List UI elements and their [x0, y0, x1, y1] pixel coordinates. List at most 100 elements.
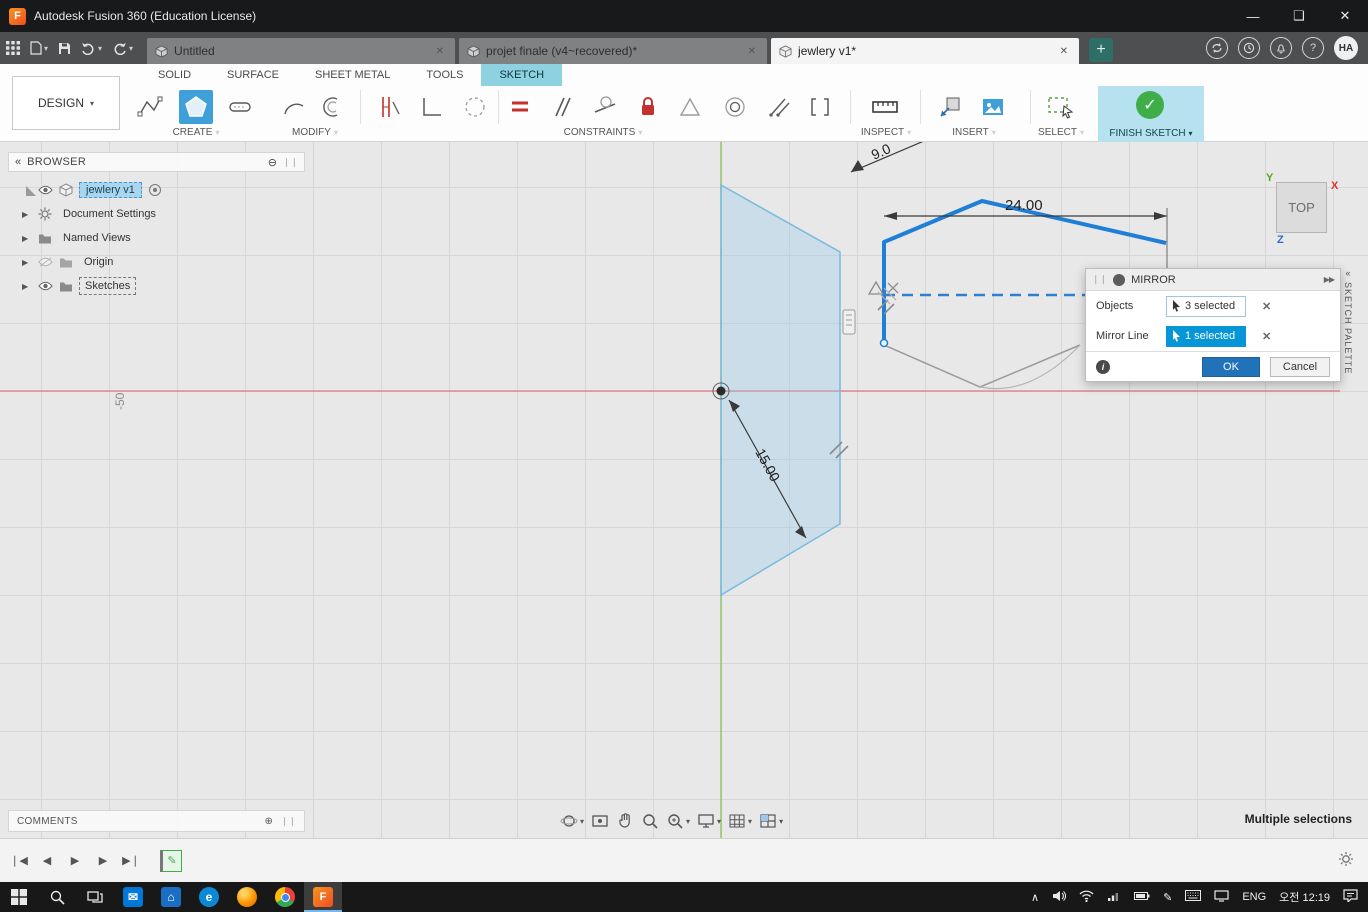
midpoint-constraint-button[interactable] [803, 90, 837, 124]
comments-bar[interactable]: COMMENTS ⊕ ❘❘ [8, 810, 305, 832]
mirror-line-clear-icon[interactable]: ✕ [1262, 330, 1271, 343]
info-icon[interactable]: i [1096, 359, 1110, 374]
pen-input-icon[interactable]: ✎ [1163, 891, 1172, 904]
redo-button[interactable]: ▾ [112, 42, 133, 55]
undo-button[interactable]: ▾ [81, 42, 102, 55]
browser-row-document-settings[interactable]: ▶ Document Settings [8, 202, 305, 226]
select-tool-button[interactable] [1043, 90, 1077, 124]
browser-row-sketches[interactable]: ▶ Sketches [8, 274, 305, 298]
tab-tools[interactable]: TOOLS [408, 64, 481, 86]
constraint-badge[interactable] [842, 309, 856, 335]
taskbar-app-mail-icon[interactable]: ✉ [114, 882, 152, 912]
circle-tool-button[interactable] [458, 90, 492, 124]
browser-row-named-views[interactable]: ▶ Named Views [8, 226, 305, 250]
document-tab-projet-finale[interactable]: projet finale (v4~recovered)* ✕ [459, 38, 768, 64]
timeline-step-back-button[interactable]: ◀ [36, 850, 58, 872]
group-inspect[interactable]: INSPECT ▾ [861, 125, 911, 139]
constraint-triangle-glyph[interactable] [867, 280, 885, 295]
clock[interactable]: 오전 12:19 [1279, 889, 1330, 905]
mirror-line-selection-field[interactable]: 1 selected [1166, 325, 1246, 347]
document-tab-jewlery-v1[interactable]: jewlery v1* ✕ [771, 38, 1080, 64]
concentric-constraint-button[interactable] [718, 90, 752, 124]
browser-row-origin[interactable]: ▶ Origin [8, 250, 305, 274]
fix-lock-constraint-button[interactable] [631, 90, 665, 124]
origin-point[interactable] [716, 386, 726, 396]
taskbar-app-firefox-icon[interactable] [228, 882, 266, 912]
sketch-profile-polygon[interactable] [720, 183, 841, 597]
dialog-grip-icon[interactable]: ❘❘ [1092, 274, 1107, 285]
visibility-eye-icon[interactable] [38, 185, 53, 195]
objects-clear-icon[interactable]: ✕ [1262, 300, 1271, 313]
symmetry-constraint-button[interactable] [761, 90, 795, 124]
new-document-tab-button[interactable]: + [1089, 38, 1114, 62]
taskbar-app-store-icon[interactable]: ⌂ [152, 882, 190, 912]
network-icon[interactable] [1107, 890, 1121, 905]
viewcube[interactable]: TOP [1276, 182, 1327, 233]
insert-image-button[interactable] [976, 90, 1010, 124]
group-modify[interactable]: MODIFY ▾ [292, 125, 338, 139]
insert-tool-button[interactable] [933, 90, 967, 124]
orbit-button[interactable]: ▾ [560, 812, 584, 830]
zoom-button[interactable] [641, 812, 659, 830]
cancel-button[interactable]: Cancel [1270, 356, 1330, 377]
browser-collapse-icon[interactable]: « [15, 156, 21, 168]
slot-tool-button[interactable] [223, 90, 257, 124]
task-view-icon[interactable] [76, 882, 114, 912]
wifi-icon[interactable] [1079, 890, 1094, 905]
pan-button[interactable] [616, 812, 634, 830]
user-avatar[interactable]: HA [1334, 36, 1358, 60]
maximize-button[interactable]: ❑ [1276, 0, 1322, 32]
tab-surface[interactable]: SURFACE [209, 64, 297, 86]
timeline-skip-start-button[interactable]: ❘◀ [8, 850, 30, 872]
volume-icon[interactable] [1052, 890, 1067, 905]
timeline-settings-gear-icon[interactable] [1338, 851, 1354, 870]
expander-icon[interactable]: ▶ [22, 234, 32, 243]
group-constraints[interactable]: CONSTRAINTS ▾ [564, 125, 643, 139]
arc-tool-button[interactable] [277, 90, 311, 124]
timeline-skip-end-button[interactable]: ▶❘ [120, 850, 142, 872]
activate-component-icon[interactable] [148, 183, 162, 197]
notification-bell-icon[interactable] [1270, 37, 1292, 59]
palette-expand-icon[interactable]: « [1345, 268, 1350, 278]
group-create[interactable]: CREATE ▾ [173, 125, 220, 139]
sync-status-icon[interactable] [1206, 37, 1228, 59]
offset-tool-button[interactable] [313, 90, 347, 124]
browser-row-root[interactable]: jewlery v1 [8, 178, 305, 202]
touch-keyboard-icon[interactable] [1185, 890, 1202, 904]
fit-button[interactable]: ▾ [666, 812, 690, 830]
polygon-tool-button[interactable] [179, 90, 213, 124]
taskbar-app-fusion360-icon[interactable]: F [304, 882, 342, 912]
objects-selection-field[interactable]: 3 selected [1166, 295, 1246, 317]
minimize-button[interactable]: — [1230, 0, 1276, 32]
group-select[interactable]: SELECT ▾ [1038, 125, 1084, 139]
save-button[interactable] [58, 42, 71, 55]
tab-sheet-metal[interactable]: SHEET METAL [297, 64, 408, 86]
display-icon[interactable] [1214, 889, 1229, 905]
tab-solid[interactable]: SOLID [140, 64, 209, 86]
parallel-constraint-button[interactable] [545, 90, 579, 124]
tab-close-icon[interactable]: ✕ [433, 44, 447, 59]
dialog-collapse-icon[interactable]: ▶▶ [1324, 275, 1335, 284]
constraint-x-glyph[interactable] [887, 282, 899, 294]
look-at-button[interactable] [591, 812, 609, 830]
visibility-eye-off-icon[interactable] [38, 257, 53, 267]
sketch-dimension-tool-button[interactable] [373, 90, 407, 124]
workspace-selector[interactable]: DESIGN ▾ [12, 76, 120, 130]
taskbar-app-edge-icon[interactable]: e [190, 882, 228, 912]
measure-tool-button[interactable] [868, 90, 902, 124]
expander-icon[interactable]: ▶ [22, 258, 32, 267]
finish-sketch-block[interactable]: ✓ FINISH SKETCH ▾ [1098, 86, 1204, 142]
taskbar-app-chrome-icon[interactable] [266, 882, 304, 912]
timeline-step-forward-button[interactable]: ▶ [92, 850, 114, 872]
viewports-button[interactable]: ▾ [759, 813, 783, 829]
browser-minus-icon[interactable]: ⊖ [268, 156, 277, 169]
expander-icon[interactable]: ▶ [22, 210, 32, 219]
expander-icon[interactable]: ▶ [22, 282, 32, 291]
job-status-clock-icon[interactable] [1238, 37, 1260, 59]
document-tab-untitled[interactable]: Untitled ✕ [147, 38, 456, 64]
visibility-eye-icon[interactable] [38, 281, 53, 291]
corner-tool-button[interactable] [415, 90, 449, 124]
add-comment-icon[interactable]: ⊕ [265, 816, 273, 827]
dim-9-value[interactable]: 9.0 [869, 142, 893, 163]
close-button[interactable]: ✕ [1322, 0, 1368, 32]
